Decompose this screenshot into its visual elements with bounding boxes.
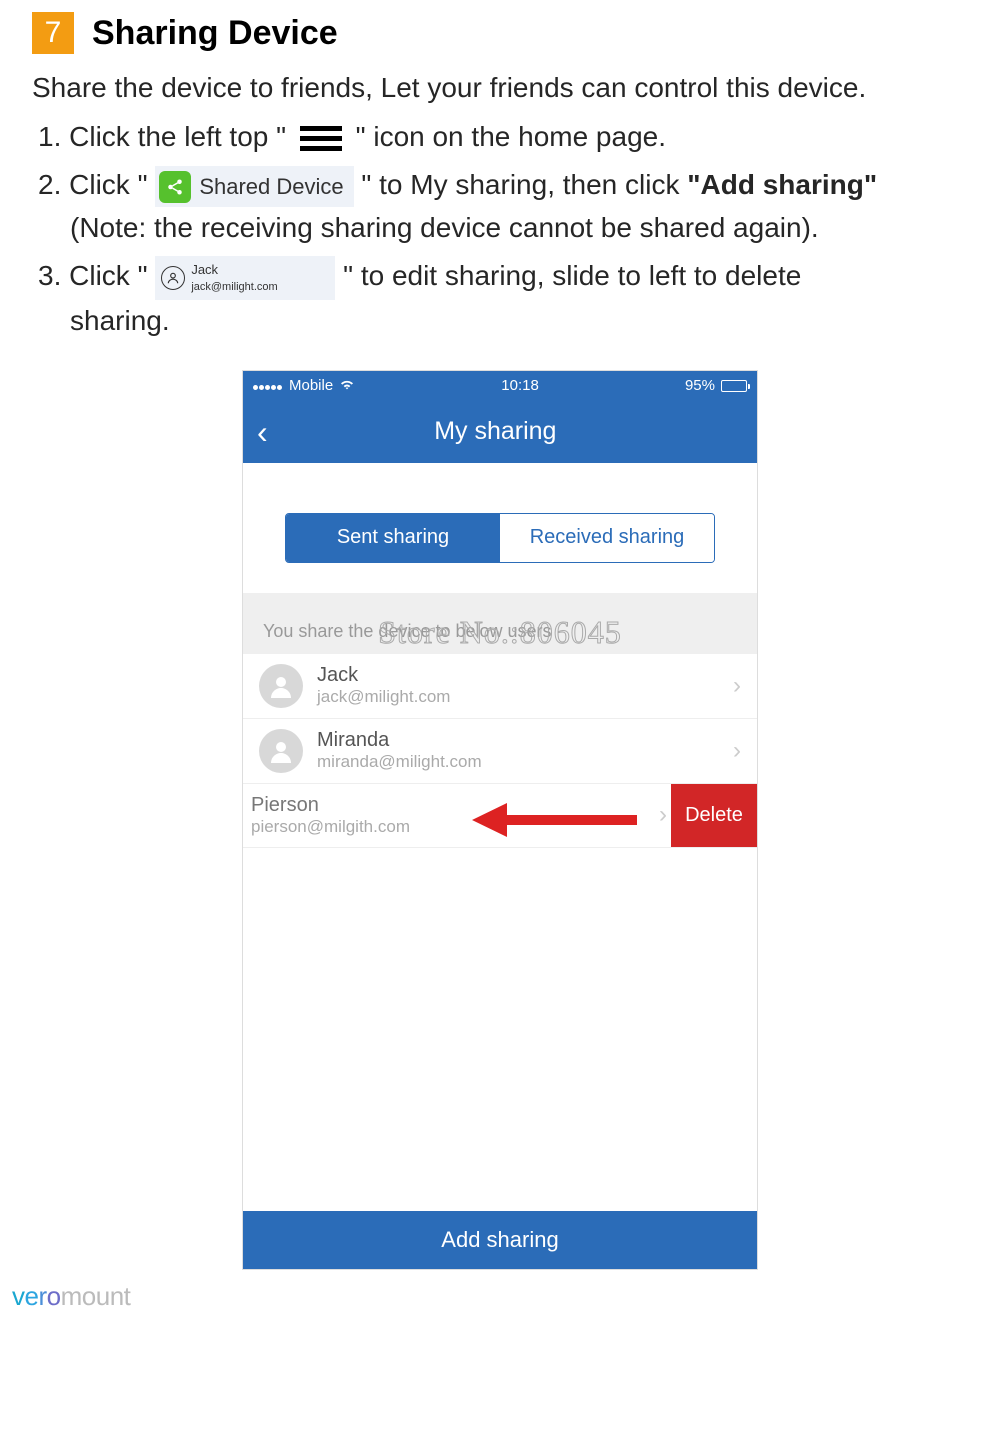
user-chip: Jack jack@milight.com [155,256,335,300]
user-row[interactable]: Jack jack@milight.com › [243,654,757,719]
shared-device-badge: Shared Device [155,166,353,207]
tab-sent-sharing[interactable]: Sent sharing [286,514,500,562]
step-number-badge: 7 [32,12,74,54]
step-text-b: " icon on the home page. [356,121,666,152]
step-num: 2. [38,169,61,200]
nav-bar: ‹ My sharing [243,401,757,463]
step-note: (Note: the receiving sharing device cann… [70,207,968,249]
step-text: Click " [69,169,147,200]
shared-device-label: Shared Device [199,170,343,203]
chevron-right-icon: › [659,801,667,829]
battery-icon [721,380,747,392]
status-time: 10:18 [501,377,539,394]
chip-name: Jack [191,260,277,280]
status-bar: Mobile 10:18 95% [243,371,757,401]
step-num: 1. [38,121,61,152]
step-text: Click the left top " [69,121,286,152]
step-text-bold: "Add sharing" [687,169,877,200]
step-cont: sharing. [70,300,968,342]
avatar-icon [259,664,303,708]
tab-received-sharing[interactable]: Received sharing [500,514,714,562]
instruction-step-2: 2. Click " Shared Device " to My sharing… [38,164,968,249]
user-row-swiped[interactable]: Pierson pierson@milgith.com › Delete [243,784,757,848]
user-row[interactable]: Miranda miranda@milight.com › [243,719,757,784]
step-text: Click " [69,260,147,291]
user-name: Pierson [251,794,659,817]
step-num: 3. [38,260,61,291]
phone-mockup: Mobile 10:18 95% ‹ My sharing Sent shari… [242,370,758,1270]
delete-button[interactable]: Delete [671,784,757,847]
intro-text: Share the device to friends, Let your fr… [32,72,968,104]
user-name: Miranda [317,729,733,752]
chevron-right-icon: › [733,672,741,700]
step-text-b: " to My sharing, then click [361,169,679,200]
wifi-icon [339,377,355,394]
instruction-step-1: 1. Click the left top " " icon on the ho… [38,116,968,158]
carrier-label: Mobile [289,377,333,394]
battery-percent: 95% [685,377,715,394]
chevron-right-icon: › [733,737,741,765]
hamburger-icon [300,126,342,151]
user-name: Jack [317,664,733,687]
section-title: Sharing Device [92,14,338,53]
step-text-b: " to edit sharing, slide to left to dele… [343,260,801,291]
instruction-list: 1. Click the left top " " icon on the ho… [32,116,968,342]
chip-email: jack@milight.com [191,279,277,296]
list-section-header: You share the device to below users [243,593,757,654]
instruction-step-3: 3. Click " Jack jack@milight.com " to ed… [38,255,968,342]
user-email: miranda@milight.com [317,752,733,772]
user-email: jack@milight.com [317,687,733,707]
brand-logo: veromount [12,1281,130,1312]
share-icon [159,171,191,203]
signal-dots-icon [253,377,283,394]
nav-title: My sharing [248,417,743,446]
person-icon [161,266,185,290]
segmented-control: Sent sharing Received sharing [285,513,715,563]
section-header: 7 Sharing Device [32,12,968,54]
user-email: pierson@milgith.com [251,817,659,837]
avatar-icon [259,729,303,773]
add-sharing-button[interactable]: Add sharing [243,1211,757,1269]
